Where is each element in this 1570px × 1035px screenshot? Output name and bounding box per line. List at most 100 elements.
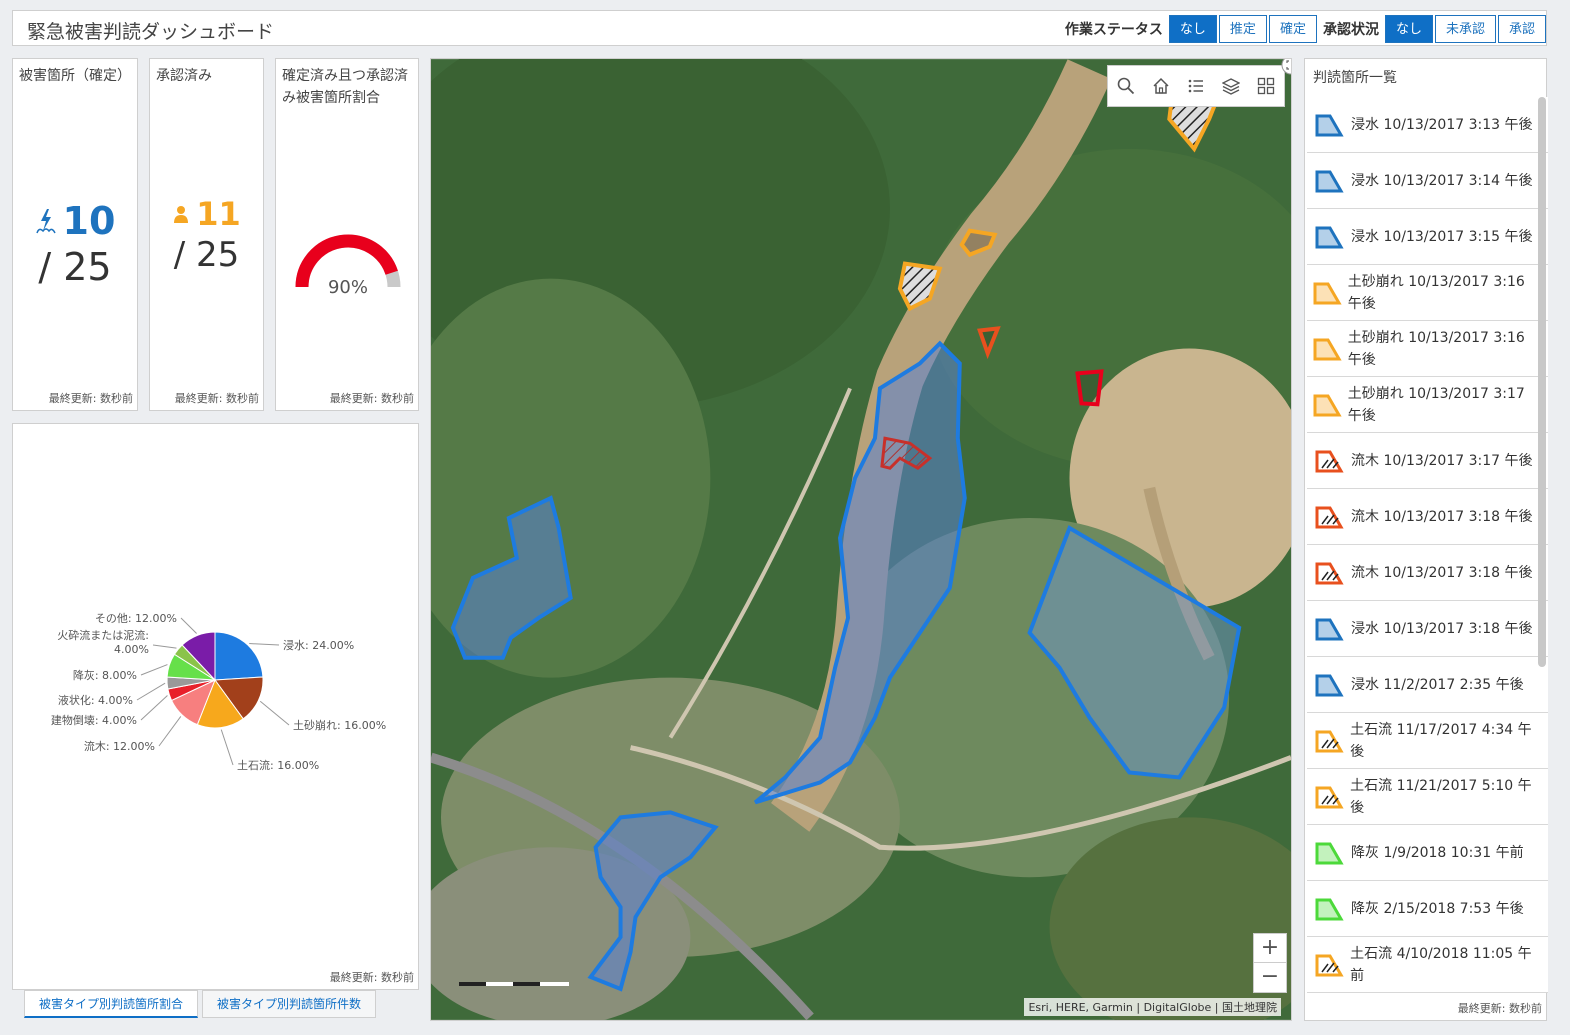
pie-label: 流木: 12.00% (84, 739, 155, 753)
approval-none-button[interactable]: なし (1384, 15, 1433, 43)
list-item[interactable]: 流木 10/13/2017 3:18 午後 (1307, 489, 1548, 545)
list-footer: 最終更新: 数秒前 (1457, 1002, 1542, 1015)
indicator-title: 承認済み (156, 68, 212, 84)
driftwood-area (1075, 369, 1104, 407)
pie-leader-line (249, 643, 280, 646)
list-item[interactable]: 土石流 11/17/2017 4:34 午後 (1307, 713, 1548, 769)
gauge-value: 90% (328, 277, 368, 298)
indicator-footer: 最終更新: 数秒前 (48, 392, 133, 405)
pie-footer: 最終更新: 数秒前 (329, 971, 414, 984)
layers-icon[interactable] (1219, 74, 1243, 98)
list-item-label: 土石流 4/10/2018 11:05 午前 (1350, 945, 1532, 984)
indicator-total: / 25 (38, 245, 112, 289)
indicator-title: 被害箇所（確定） (19, 68, 131, 84)
pie-tabs: 被害タイプ別判読箇所割合 被害タイプ別判読箇所件数 (24, 990, 380, 1018)
pie-leader-line (152, 644, 177, 649)
landslide-symbol-icon (1307, 336, 1348, 362)
list-item[interactable]: 土砂崩れ 10/13/2017 3:16 午後 (1307, 265, 1548, 321)
pie-label: 土砂崩れ: 16.00% (293, 718, 386, 732)
indicator-total: / 25 (173, 235, 240, 275)
person-icon (174, 206, 189, 223)
approval-approved-button[interactable]: 承認 (1497, 15, 1546, 43)
tab-damage-count[interactable]: 被害タイプ別判読箇所件数 (202, 990, 377, 1018)
list-item-label: 降灰 2/15/2018 7:53 午後 (1351, 900, 1524, 917)
page-title: 緊急被害判読ダッシュボード (27, 21, 275, 43)
fullscreen-icon[interactable] (1281, 58, 1292, 75)
pie-label: 浸水: 24.00% (283, 639, 354, 652)
damage-icon (35, 209, 56, 234)
approval-unapproved-button[interactable]: 未承認 (1434, 15, 1496, 43)
ash-symbol-icon (1307, 896, 1351, 922)
debris-symbol-icon (1307, 728, 1350, 754)
tab-damage-ratio[interactable]: 被害タイプ別判読箇所割合 (24, 990, 199, 1018)
pie-label: 土石流: 16.00% (237, 758, 319, 772)
pie-leader-line (180, 617, 197, 634)
list-item-label: 土砂崩れ 10/13/2017 3:16 午後 (1347, 329, 1525, 368)
list-item[interactable]: 浸水 11/2/2017 2:35 午後 (1307, 657, 1548, 713)
list-item[interactable]: 土砂崩れ 10/13/2017 3:17 午後 (1307, 377, 1548, 433)
list-item[interactable]: 土石流 4/10/2018 11:05 午前 (1307, 937, 1548, 993)
zoom-control: + − (1253, 933, 1287, 993)
indicator-title: 確定済み且つ承認済み被害箇所割合 (282, 68, 408, 106)
list-item-label: 浸水 10/13/2017 3:15 午後 (1351, 228, 1533, 245)
list-item[interactable]: 浸水 10/13/2017 3:13 午後 (1307, 97, 1548, 153)
flood-symbol-icon (1307, 168, 1351, 194)
landslide-symbol-icon (1307, 392, 1348, 418)
pie-label: 4.00% (114, 643, 149, 656)
debris-symbol-icon (1307, 784, 1350, 810)
indicator-confirmed-damage: 被害箇所（確定） 10 / 25 最終更新: 数秒前 (12, 58, 138, 411)
driftwood-symbol-icon (1307, 448, 1351, 474)
home-icon[interactable] (1149, 74, 1173, 98)
ash-symbol-icon (1307, 840, 1351, 866)
pie-label: その他: 12.00% (95, 612, 177, 625)
pie-leader-line (136, 682, 166, 701)
work-status-label: 作業ステータス (1064, 22, 1163, 38)
feature-list-panel: 判読箇所一覧 浸水 10/13/2017 3:13 午後 浸水 10/13/201… (1304, 58, 1548, 1021)
list-title: 判読箇所一覧 (1313, 70, 1397, 86)
legend-list-icon[interactable] (1184, 74, 1208, 98)
scale-bar (459, 972, 569, 991)
list-item[interactable]: 土石流 11/21/2017 5:10 午後 (1307, 769, 1548, 825)
list-item-label: 土砂崩れ 10/13/2017 3:17 午後 (1347, 385, 1525, 424)
flood-symbol-icon (1307, 224, 1351, 250)
zoom-in-button[interactable]: + (1254, 934, 1286, 963)
list-item[interactable]: 降灰 2/15/2018 7:53 午後 (1307, 881, 1548, 937)
list-item[interactable]: 流木 10/13/2017 3:17 午後 (1307, 433, 1548, 489)
gauge-chart: 90% (295, 234, 401, 298)
pie-label: 降灰: 8.00% (73, 668, 137, 682)
list-item[interactable]: 降灰 1/9/2018 10:31 午前 (1307, 825, 1548, 881)
pie-slice[interactable] (214, 631, 264, 681)
list-item[interactable]: 流木 10/13/2017 3:18 午後 (1307, 545, 1548, 601)
filter-bar: 作業ステータス なし 推定 確定 承認状況 なし 未承認 承認 (1059, 14, 1546, 44)
pie-label: 建物倒壊: 4.00% (51, 713, 137, 727)
pie-chart: 浸水: 24.00% 土砂崩れ: 16.00% 土石流: 16.00% 流木: 12.… (51, 612, 386, 772)
map-attribution: Esri, HERE, Garmin | DigitalGlobe | 国土地理… (1024, 998, 1281, 1016)
list-item[interactable]: 浸水 10/13/2017 3:18 午後 (1307, 601, 1548, 657)
header-bar: 緊急被害判読ダッシュボード 作業ステータス なし 推定 確定 承認状況 なし 未… (12, 10, 1547, 46)
map-view[interactable]: + − Esri, HERE, Garmin | DigitalGlobe | … (430, 58, 1292, 1021)
satellite-imagery[interactable] (431, 59, 1291, 1020)
work-status-estimated-button[interactable]: 推定 (1218, 15, 1267, 43)
work-status-confirmed-button[interactable]: 確定 (1268, 15, 1317, 43)
indicator-value: 11 (196, 195, 241, 233)
pie-chart-panel: 浸水: 24.00% 土砂崩れ: 16.00% 土石流: 16.00% 流木: 12.… (12, 423, 419, 990)
list-item-label: 流木 10/13/2017 3:17 午後 (1351, 452, 1533, 469)
pie-leader-line (259, 700, 290, 726)
list-item[interactable]: 浸水 10/13/2017 3:15 午後 (1307, 209, 1548, 265)
approval-label: 承認状況 (1322, 22, 1379, 38)
basemap-gallery-icon[interactable] (1254, 74, 1278, 98)
zoom-out-button[interactable]: − (1254, 963, 1286, 992)
flood-symbol-icon (1307, 672, 1351, 698)
list-scrollbar[interactable] (1538, 97, 1546, 667)
indicator-approved: 承認済み 11 / 25 最終更新: 数秒前 (149, 58, 264, 411)
list-item[interactable]: 浸水 10/13/2017 3:14 午後 (1307, 153, 1548, 209)
list-item[interactable]: 土砂崩れ 10/13/2017 3:16 午後 (1307, 321, 1548, 377)
pie-leader-line (140, 695, 168, 721)
driftwood-symbol-icon (1307, 560, 1351, 586)
search-icon[interactable] (1114, 74, 1138, 98)
list-item-label: 土石流 11/21/2017 5:10 午後 (1350, 777, 1532, 816)
list-item-label: 浸水 10/13/2017 3:18 午後 (1351, 620, 1533, 637)
work-status-none-button[interactable]: なし (1168, 15, 1217, 43)
list-item-label: 流木 10/13/2017 3:18 午後 (1351, 564, 1533, 581)
pie-label: 液状化: 4.00% (58, 693, 133, 707)
